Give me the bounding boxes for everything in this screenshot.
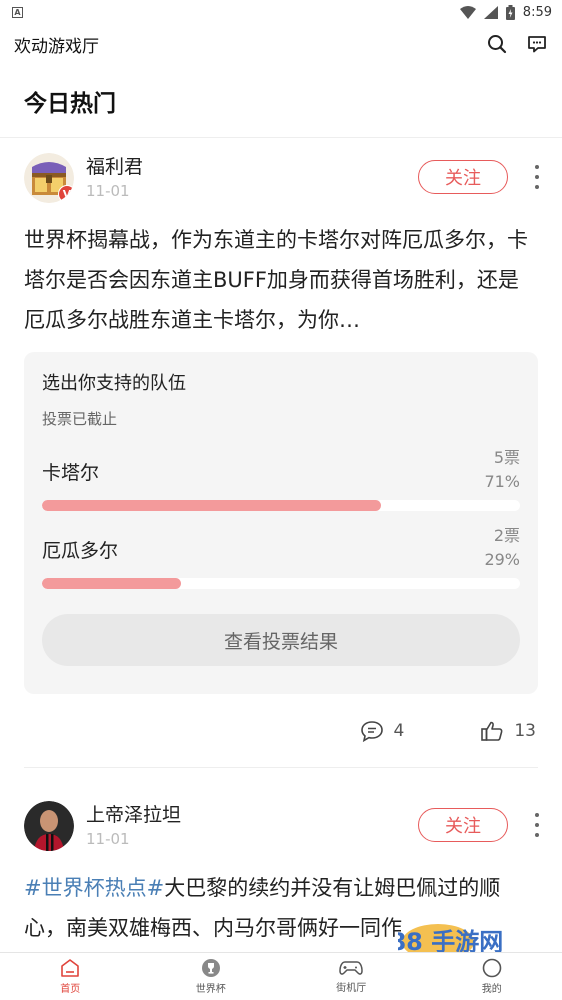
author-name[interactable]: 福利君 [86,154,143,180]
nav-profile[interactable]: 我的 [422,953,562,1000]
like-count: 13 [514,720,536,741]
bottom-nav: 首页 世界杯 街机厅 我的 [0,952,562,1000]
message-icon [528,36,546,53]
app-title: 欢动游戏厅 [14,36,99,57]
avatar[interactable] [24,801,74,851]
nav-arcade[interactable]: 街机厅 [281,953,422,1000]
nav-label: 我的 [481,984,502,995]
comment-count: 4 [393,720,405,741]
post-header: V 福利君 11-01 关注 [24,138,539,218]
signal-icon [483,5,498,19]
post-date: 11-01 [86,830,130,848]
view-results-button[interactable]: 查看投票结果 [42,614,520,666]
poll-bar-track [42,578,520,589]
poll-bar-fill [42,500,382,511]
message-button[interactable] [526,33,548,55]
poll-option-label: 厄瓜多尔 [42,540,119,562]
more-dot-icon [535,823,539,827]
more-dot-icon [535,185,539,189]
more-dot-icon [535,165,539,169]
search-button[interactable] [486,33,508,55]
wifi-icon [459,5,476,19]
post-header: 上帝泽拉坦 11-01 关注 [24,786,539,866]
more-options-button[interactable] [530,162,544,192]
nav-label: 世界杯 [195,984,226,995]
status-bar: A 8:59 [0,0,562,24]
poll-option: 卡塔尔 5票 71% [42,444,520,511]
profile-icon [482,958,502,978]
poll-title: 选出你支持的队伍 [42,373,186,394]
poll-option-votes: 2票 [493,526,520,545]
follow-button[interactable]: 关注 [418,808,508,842]
poll-option-votes: 5票 [493,448,520,467]
verified-badge-icon: V [58,185,74,203]
more-dot-icon [535,813,539,817]
app-bar: 欢动游戏厅 [0,24,562,64]
post-footer: 4 13 [24,694,538,768]
poll-bar-fill [42,578,181,589]
post-card[interactable]: V 福利君 11-01 关注 世界杯揭幕战，作为东道主的卡塔尔对阵厄瓜多尔，卡塔… [0,138,562,768]
avatar[interactable]: V [24,153,74,203]
thumbs-up-icon [481,721,503,741]
home-icon [61,959,80,977]
poll-status: 投票已截止 [42,410,118,428]
hashtag-link[interactable]: #世界杯热点# [24,876,164,900]
poll-option-percent: 71% [484,472,520,491]
nav-world-cup[interactable]: 世界杯 [141,953,282,1000]
player-photo-avatar [24,801,74,851]
status-time: 8:59 [522,4,552,20]
post-date: 11-01 [86,182,130,200]
comment-button[interactable]: 4 [360,720,405,742]
follow-button[interactable]: 关注 [418,160,508,194]
poll-card: 选出你支持的队伍 投票已截止 卡塔尔 5票 71% 厄瓜多尔 2票 29% 查看… [24,352,538,694]
nav-label: 首页 [60,984,81,995]
more-options-button[interactable] [530,810,544,840]
nav-home[interactable]: 首页 [0,953,141,1000]
search-icon [488,35,507,54]
trophy-icon [201,959,220,977]
page-title: 今日热门 [0,64,562,138]
comment-icon [360,720,383,742]
nav-label: 街机厅 [336,983,367,994]
notification-icon: A [12,6,23,18]
poll-option-label: 卡塔尔 [42,462,100,484]
like-button[interactable]: 13 [480,720,536,742]
post-text[interactable]: 世界杯揭幕战，作为东道主的卡塔尔对阵厄瓜多尔，卡塔尔是否会因东道主BUFF加身而… [24,218,538,340]
battery-icon [505,4,515,20]
poll-option-percent: 29% [484,550,520,569]
poll-option: 厄瓜多尔 2票 29% [42,522,520,589]
author-name[interactable]: 上帝泽拉坦 [86,802,181,828]
more-dot-icon [535,175,539,179]
more-dot-icon [535,833,539,837]
poll-bar-track [42,500,520,511]
gamepad-icon [339,961,363,975]
